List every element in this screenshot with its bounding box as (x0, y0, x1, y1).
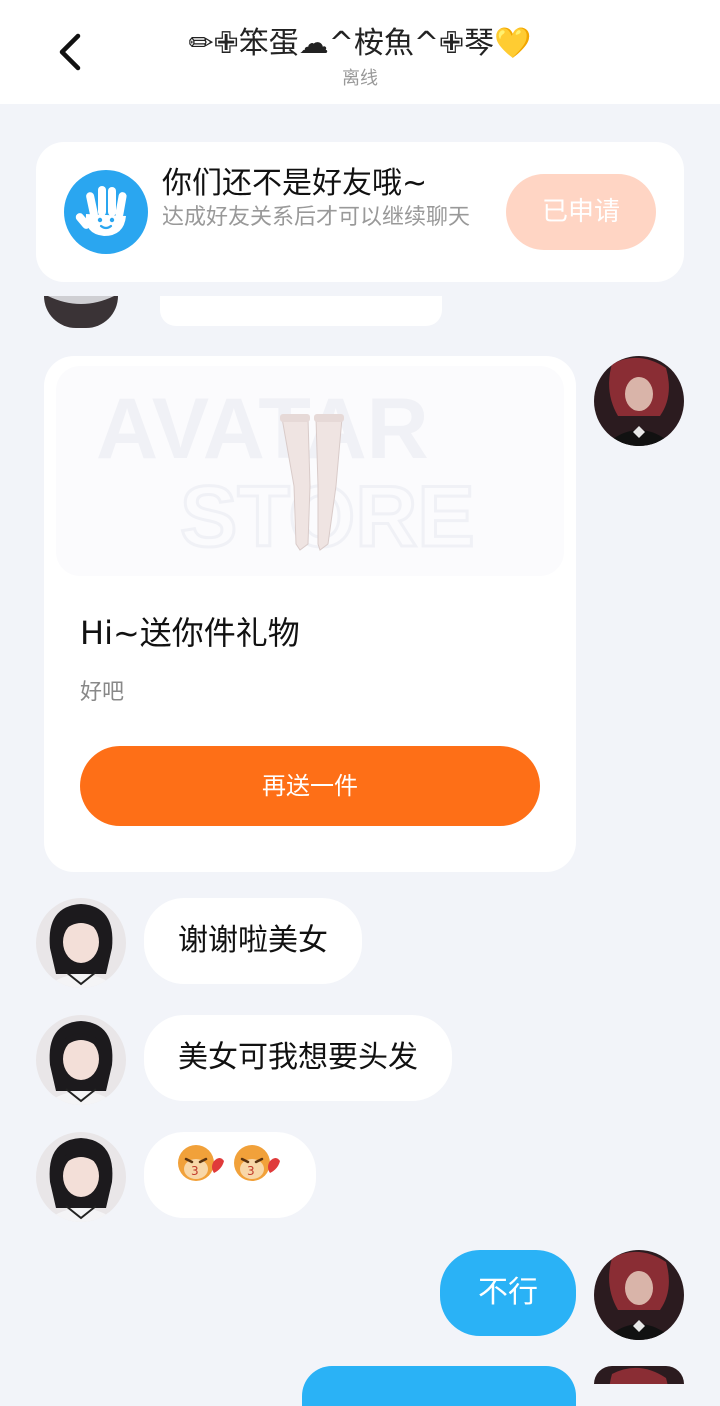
gift-title: Hi~送你件礼物 (80, 614, 300, 652)
emoji-message-bubble[interactable]: 3 3 (144, 1132, 316, 1218)
notice-title: 你们还不是好友哦~ (162, 166, 428, 201)
hand-icon (64, 170, 148, 254)
chat-title-block: ✏✙笨蛋☁^桉魚^✙琴💛 离线 (130, 18, 590, 90)
gift-reply: 好吧 (80, 680, 125, 705)
friend-avatar[interactable] (36, 1132, 126, 1222)
my-message-bubble[interactable] (302, 1366, 576, 1406)
my-avatar[interactable] (594, 1250, 684, 1340)
notice-description: 达成好友关系后才可以继续聊天 (162, 205, 471, 230)
applied-button[interactable]: 已申请 (506, 174, 656, 250)
gift-message-card[interactable]: AVATAR STORE Hi~送你件礼物 好吧 再送一件 (44, 356, 576, 872)
message-bubble[interactable]: 谢谢啦美女 (144, 898, 362, 984)
not-friends-notice: 你们还不是好友哦~ 达成好友关系后才可以继续聊天 已申请 (36, 142, 684, 282)
monkey-kiss-icon: 3 (230, 1133, 282, 1219)
send-another-button[interactable]: 再送一件 (80, 746, 540, 826)
my-avatar[interactable] (594, 356, 684, 446)
watermark-text: AVATAR (96, 381, 429, 477)
svg-text:3: 3 (247, 1164, 255, 1178)
monkey-kiss-icon: 3 (174, 1133, 226, 1219)
contact-name: ✏✙笨蛋☁^桉魚^✙琴💛 (188, 26, 532, 61)
message-bubble[interactable] (160, 296, 442, 326)
my-avatar[interactable] (594, 1366, 684, 1384)
chevron-left-icon (59, 33, 81, 71)
avatar[interactable] (44, 296, 118, 328)
svg-text:3: 3 (191, 1164, 199, 1178)
gift-image: AVATAR STORE (56, 366, 564, 576)
message-bubble[interactable]: 美女可我想要头发 (144, 1015, 452, 1101)
online-status: 离线 (342, 68, 378, 89)
chat-header: ✏✙笨蛋☁^桉魚^✙琴💛 离线 (0, 0, 720, 104)
my-message-bubble[interactable]: 不行 (440, 1250, 576, 1336)
friend-avatar[interactable] (36, 1015, 126, 1105)
friend-avatar[interactable] (36, 898, 126, 988)
back-button[interactable] (52, 28, 92, 76)
